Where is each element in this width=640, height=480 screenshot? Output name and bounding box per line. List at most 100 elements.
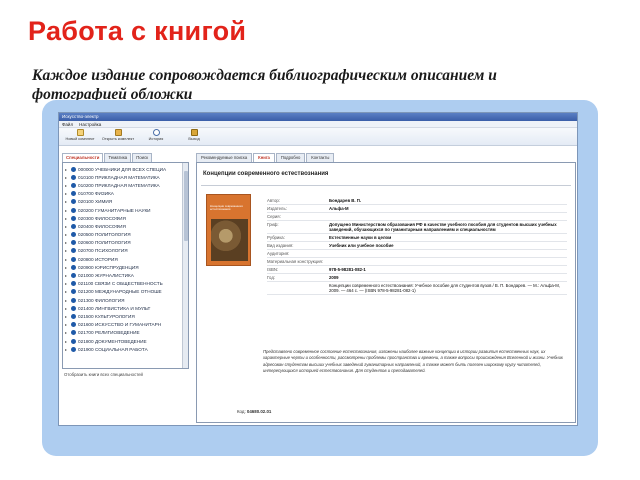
tree-item[interactable]: ▸ 020100 ХИМИЯ bbox=[65, 198, 180, 206]
meta-value: Бондарев В. П. bbox=[329, 198, 362, 203]
expand-icon[interactable]: ▸ bbox=[65, 224, 69, 229]
folder-icon bbox=[71, 322, 76, 328]
tree-item-label: 020100 ХИМИЯ bbox=[78, 199, 113, 205]
tree-item[interactable]: ▸ 021000 ЖУРНАЛИСТИКА bbox=[65, 271, 180, 279]
tree-item[interactable]: ▸ 021800 ДОКУМЕНТОВЕДЕНИЕ bbox=[65, 337, 180, 345]
tree-item[interactable]: ▸ 021700 РЕЛИГИОВЕДЕНИЕ bbox=[65, 329, 180, 337]
tab-details[interactable]: Подробно bbox=[275, 153, 306, 162]
expand-icon[interactable]: ▸ bbox=[65, 257, 69, 262]
meta-row: ISBN: 978-5-98281-082-1 bbox=[267, 266, 567, 274]
tree-item[interactable]: ▸ 021300 ФИЛОЛОГИЯ bbox=[65, 296, 180, 304]
tree-item-label: 020800 ИСТОРИЯ bbox=[78, 256, 118, 262]
expand-icon[interactable]: ▸ bbox=[65, 183, 69, 188]
code-value: 04680.02.01 bbox=[246, 409, 272, 414]
tree-item[interactable]: ▸ 000000 УЧЕБНИКИ ДЛЯ ВСЕХ СПЕЦИА bbox=[65, 165, 180, 173]
folder-icon bbox=[71, 273, 76, 279]
meta-value: Учебник или учебное пособие bbox=[329, 243, 394, 248]
expand-icon[interactable]: ▸ bbox=[65, 281, 69, 286]
meta-label: Гриф: bbox=[267, 222, 279, 227]
expand-icon[interactable]: ▸ bbox=[65, 347, 69, 352]
tab-book[interactable]: Книга bbox=[253, 153, 275, 162]
tree-item[interactable]: ▸ 020900 ЮРИСПРУДЕНЦИЯ bbox=[65, 263, 180, 271]
meta-label: Серия: bbox=[267, 214, 281, 219]
expand-icon[interactable]: ▸ bbox=[65, 289, 69, 294]
expand-icon[interactable]: ▸ bbox=[65, 232, 69, 237]
expand-icon[interactable]: ▸ bbox=[65, 175, 69, 180]
meta-value bbox=[329, 258, 567, 265]
expand-icon[interactable]: ▸ bbox=[65, 208, 69, 213]
meta-row: Вид издания: Учебник или учебное пособие bbox=[267, 242, 567, 250]
meta-row: Рубрика: Естественные науки в целом bbox=[267, 234, 567, 242]
expand-icon[interactable]: ▸ bbox=[65, 199, 69, 204]
tree-item[interactable]: ▸ 020800 ИСТОРИЯ bbox=[65, 255, 180, 263]
tab-specialties[interactable]: Специальности bbox=[62, 153, 104, 162]
tree-item[interactable]: ▸ 020400 ФИЛОСОФИЯ bbox=[65, 222, 180, 230]
meta-row: Гриф: Допущено Министерством образования … bbox=[267, 221, 567, 234]
meta-value: Альфа-М bbox=[329, 206, 349, 211]
menu-file[interactable]: Файл bbox=[62, 121, 73, 127]
meta-row: Концепции современного естествознания: У… bbox=[267, 282, 567, 295]
expand-icon[interactable]: ▸ bbox=[65, 314, 69, 319]
show-all-specialties-link[interactable]: Отобразить книги всех специальностей bbox=[62, 372, 189, 377]
tree-item[interactable]: ▸ 021600 ИСКУССТВО И ГУМАНИТАРН bbox=[65, 321, 180, 329]
meta-value: Допущено Министерством образования РФ в … bbox=[329, 222, 557, 232]
scroll-thumb[interactable] bbox=[184, 171, 188, 241]
tab-contacts[interactable]: Контакты bbox=[306, 153, 335, 162]
meta-label: Автор: bbox=[267, 198, 280, 203]
tab-topics[interactable]: Тематика bbox=[104, 153, 132, 162]
exit-button[interactable]: Выход bbox=[177, 128, 211, 141]
left-tabs: Специальности Тематика Поиск bbox=[62, 153, 189, 162]
folder-icon bbox=[71, 166, 76, 172]
tree-item[interactable]: ▸ 021900 СОЦИАЛЬНАЯ РАБОТА bbox=[65, 345, 180, 353]
expand-icon[interactable]: ▸ bbox=[65, 322, 69, 327]
expand-icon[interactable]: ▸ bbox=[65, 167, 69, 172]
menu-settings[interactable]: Настройка bbox=[79, 121, 101, 127]
folder-icon bbox=[71, 232, 76, 238]
meta-value: Естественные науки в целом bbox=[329, 235, 392, 240]
meta-label bbox=[267, 282, 329, 294]
tree-item[interactable]: ▸ 020500 ПОЛИТОЛОГИЯ bbox=[65, 231, 180, 239]
open-set-button[interactable]: Открыть комплект bbox=[101, 128, 135, 141]
expand-icon[interactable]: ▸ bbox=[65, 298, 69, 303]
expand-icon[interactable]: ▸ bbox=[65, 240, 69, 245]
divider bbox=[201, 185, 571, 186]
expand-icon[interactable]: ▸ bbox=[65, 248, 69, 253]
cover-title: Концепции современного естествознания bbox=[210, 204, 244, 212]
cover-image bbox=[211, 219, 248, 261]
new-set-button[interactable]: Новый комплект bbox=[63, 128, 97, 141]
expand-icon[interactable]: ▸ bbox=[65, 216, 69, 221]
expand-icon[interactable]: ▸ bbox=[65, 265, 69, 270]
right-tabs: Рекомендуемые поиска Книга Подробно Конт… bbox=[196, 153, 576, 162]
meta-label: Материальная конструкция: bbox=[267, 259, 323, 264]
history-button[interactable]: История bbox=[139, 128, 173, 141]
meta-value bbox=[329, 213, 567, 220]
tree-item-label: 010200 ПРИКЛАДНАЯ МАТЕМАТИКА bbox=[78, 182, 160, 188]
tab-recommended[interactable]: Рекомендуемые поиска bbox=[196, 153, 253, 162]
expand-icon[interactable]: ▸ bbox=[65, 330, 69, 335]
expand-icon[interactable]: ▸ bbox=[65, 306, 69, 311]
tree-item-label: 020500 ПОЛИТОЛОГИЯ bbox=[78, 232, 131, 238]
tree-item[interactable]: ▸ 021200 МЕЖДУНАРОДНЫЕ ОТНОШЕ bbox=[65, 288, 180, 296]
meta-row: Аудитория: bbox=[267, 250, 567, 258]
tree-scrollbar[interactable] bbox=[182, 163, 188, 368]
tree-item[interactable]: ▸ 020600 ПОЛИТОЛОГИЯ bbox=[65, 239, 180, 247]
tree-item-label: 020600 ПОЛИТОЛОГИЯ bbox=[78, 240, 131, 246]
folder-icon bbox=[71, 281, 76, 287]
folder-icon bbox=[71, 256, 76, 262]
tree-item-label: 010700 ФИЗИКА bbox=[78, 191, 114, 197]
expand-icon[interactable]: ▸ bbox=[65, 339, 69, 344]
tab-search[interactable]: Поиск bbox=[132, 153, 153, 162]
tree-item[interactable]: ▸ 020200 ГУМАНИТАРНЫЕ НАУКИ bbox=[65, 206, 180, 214]
tree-item[interactable]: ▸ 021400 ЛИНГВИСТИКА И МУЛЬТ bbox=[65, 304, 180, 312]
tree-item[interactable]: ▸ 020700 ПСИХОЛОГИЯ bbox=[65, 247, 180, 255]
book-card: Концепции современного естествознания Ко… bbox=[196, 162, 576, 423]
tree-item[interactable]: ▸ 010700 ФИЗИКА bbox=[65, 190, 180, 198]
tree-item[interactable]: ▸ 010100 ПРИКЛАДНАЯ МАТЕМАТИКА bbox=[65, 173, 180, 181]
expand-icon[interactable]: ▸ bbox=[65, 273, 69, 278]
tree-item[interactable]: ▸ 021100 СВЯЗИ С ОБЩЕСТВЕННОСТЬ bbox=[65, 280, 180, 288]
tree-item[interactable]: ▸ 020300 ФИЛОСОФИЯ bbox=[65, 214, 180, 222]
folder-icon bbox=[71, 182, 76, 188]
tree-item[interactable]: ▸ 010200 ПРИКЛАДНАЯ МАТЕМАТИКА bbox=[65, 181, 180, 189]
expand-icon[interactable]: ▸ bbox=[65, 191, 69, 196]
tree-item[interactable]: ▸ 021500 КУЛЬТУРОЛОГИЯ bbox=[65, 312, 180, 320]
